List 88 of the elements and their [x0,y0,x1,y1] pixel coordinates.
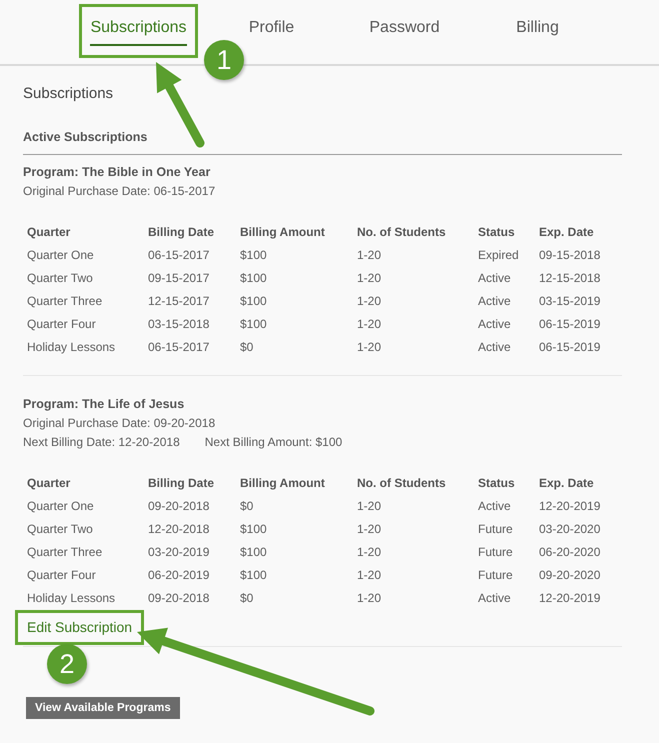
table-cell-text: 03-15-2018 [148,316,210,333]
view-programs-button[interactable]: View Available Programs [26,697,180,719]
table-cell-text: 06-15-2019 [539,316,602,333]
table-cell-text: $100 [240,270,268,287]
program-title: Program: The Life of Jesus [23,396,186,413]
table-cell-text: $100 [240,544,268,561]
column-header: Quarter [27,475,72,492]
column-header: Billing Amount [240,475,326,492]
table-cell-text: 1-20 [357,521,382,538]
table-cell-text: 1-20 [357,270,382,287]
column-header: Exp. Date [539,224,595,241]
detail-text: Next Billing Amount: $100 [204,434,342,451]
table-cell-text: Future [478,567,514,584]
detail-text: Original Purchase Date: 09-20-2018 [23,415,216,432]
detail-text: Original Purchase Date: 06-15-2017 [23,183,216,200]
table-cell-text: $100 [240,316,268,333]
callout-badge: 2 [47,644,87,684]
table-cell-text: 09-15-2017 [148,270,210,287]
table-cell-text: 09-20-2018 [148,498,210,515]
tab[interactable]: Subscriptions [90,18,187,46]
table-cell-text: 1-20 [357,567,382,584]
table-cell-text: $100 [240,247,268,264]
table-cell-text: Future [478,521,514,538]
column-header: Billing Date [148,224,216,241]
table-cell-text: Active [478,316,512,333]
table-cell-text: 12-15-2018 [539,270,602,287]
table-cell-text: 06-15-2017 [148,339,210,356]
table-cell-text: Future [478,544,514,561]
table-cell-text: 12-20-2018 [148,521,210,538]
table-cell-text: Quarter Two [27,521,94,538]
program-title: Program: The Bible in One Year [23,164,212,181]
table-cell-text: Holiday Lessons [27,590,116,607]
table-cell-text: Quarter One [27,498,95,515]
table-cell-text: 06-20-2019 [148,567,210,584]
tab[interactable]: Profile [248,18,294,46]
column-header: Quarter [27,224,72,241]
table-cell-text: 1-20 [357,247,382,264]
column-header: Status [478,475,516,492]
table-cell-text: 09-15-2018 [539,247,602,264]
table-cell-text: 1-20 [357,544,382,561]
table-cell-text: 1-20 [357,590,382,607]
table-cell-text: 03-20-2020 [539,521,602,538]
table-cell-text: $100 [240,567,268,584]
table-cell-text: Active [478,270,512,287]
edit-subscription-link[interactable]: Edit Subscription [27,617,132,638]
table-cell-text: Expired [478,247,520,264]
table-cell-text: Quarter One [27,247,95,264]
table-cell-text: Holiday Lessons [27,339,116,356]
table-cell-text: $100 [240,521,268,538]
table-cell-text: Quarter Two [27,270,94,287]
table-cell-text: 09-20-2020 [539,567,602,584]
detail-text: Next Billing Date: 12-20-2018 [23,434,180,451]
table-cell-text: Active [478,293,512,310]
table-cell-text: Quarter Four [27,316,97,333]
tab[interactable]: Password [369,18,440,46]
table-cell-text: 03-15-2019 [539,293,602,310]
table-cell-text: Quarter Four [27,567,97,584]
table-cell-text: 03-20-2019 [148,544,210,561]
table-cell-text: Quarter Three [27,544,104,561]
page-title: Subscriptions [23,84,114,104]
column-header: No. of Students [357,475,447,492]
table-cell-text: 1-20 [357,293,382,310]
table-cell-text: 12-20-2019 [539,498,602,515]
table-cell-text: 1-20 [357,498,382,515]
section-title: Active Subscriptions [23,127,622,155]
table-cell-text: Active [478,590,512,607]
column-header: No. of Students [357,224,447,241]
column-header: Exp. Date [539,475,595,492]
table-cell-text: 12-20-2019 [539,590,602,607]
column-header: Billing Date [148,475,216,492]
table-cell-text: Active [478,498,512,515]
column-header: Billing Amount [240,224,326,241]
callout-badge: 1 [204,40,244,80]
column-header: Status [478,224,516,241]
table-cell-text: 1-20 [357,339,382,356]
tab[interactable]: Billing [516,18,559,46]
table-cell-text: 12-15-2017 [148,293,210,310]
table-cell-text: Quarter Three [27,293,104,310]
table-cell-text: $0 [240,498,254,515]
table-cell-text: $0 [240,339,254,356]
table-cell-text: Active [478,339,512,356]
table-cell-text: $0 [240,590,254,607]
table-cell-text: 09-20-2018 [148,590,210,607]
table-cell-text: 06-15-2017 [148,247,210,264]
table-cell-text: 1-20 [357,316,382,333]
table-cell-text: 06-20-2020 [539,544,602,561]
table-cell-text: $100 [240,293,268,310]
table-cell-text: 06-15-2019 [539,339,602,356]
